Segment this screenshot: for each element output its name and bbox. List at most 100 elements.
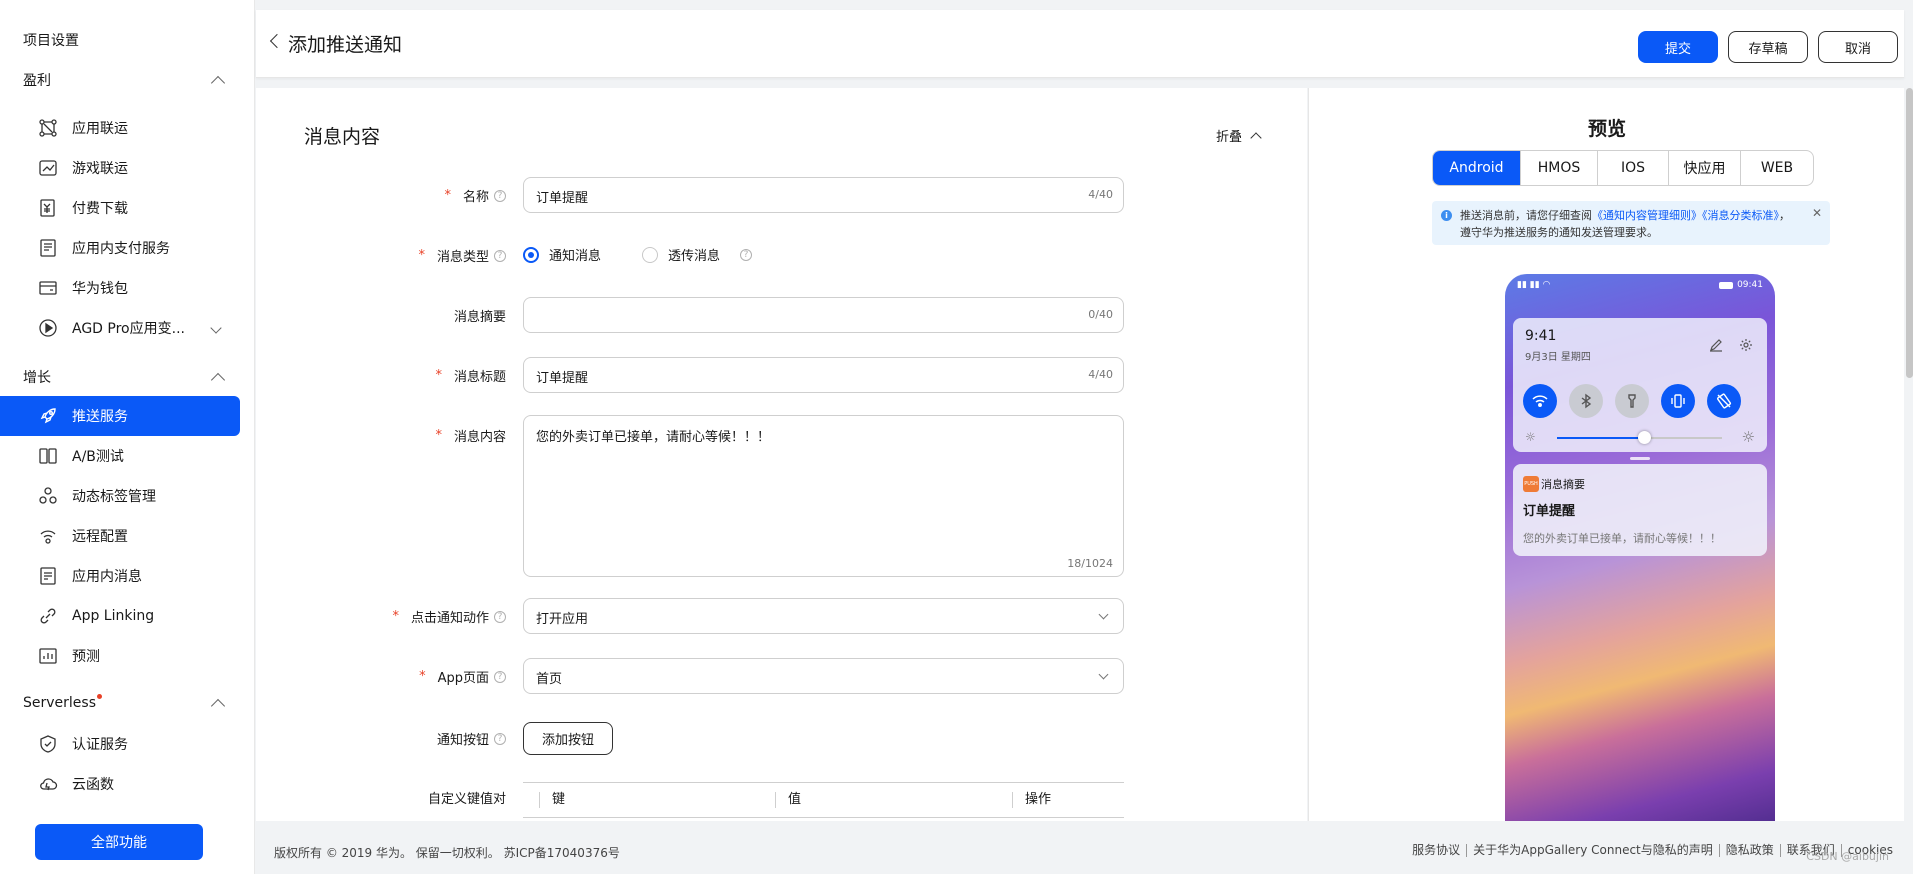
- back-arrow-icon[interactable]: [269, 33, 285, 49]
- required-mark: *: [435, 428, 442, 443]
- sidebar-item-auth[interactable]: 认证服务: [0, 724, 240, 764]
- click-action-select[interactable]: 打开应用: [523, 598, 1124, 634]
- message-icon: [38, 566, 58, 586]
- help-icon[interactable]: ?: [494, 732, 506, 745]
- cancel-button[interactable]: 取消: [1818, 31, 1898, 63]
- tab-web[interactable]: WEB: [1741, 151, 1813, 185]
- sidebar-item-app-distribution[interactable]: 应用联运: [0, 108, 240, 148]
- brightness-slider[interactable]: ☼ ☼: [1525, 428, 1755, 446]
- preview-panel: 预览 Android HMOS IOS 快应用 WEB i 推送消息前，请您仔细…: [1308, 88, 1904, 821]
- char-counter: 0/40: [1088, 308, 1113, 321]
- chevron-up-icon: [1250, 131, 1262, 144]
- message-title-label: * 消息标题: [256, 366, 506, 385]
- app-page-select[interactable]: 首页: [523, 658, 1124, 694]
- help-icon[interactable]: ?: [494, 189, 506, 202]
- sidebar-item-app-linking[interactable]: App Linking: [0, 596, 240, 636]
- chevron-up-icon: [210, 698, 226, 713]
- vibrate-toggle[interactable]: [1661, 384, 1695, 418]
- notice-text-pre: 推送消息前，请您仔细查阅: [1460, 209, 1592, 222]
- page-scrollbar[interactable]: [1906, 88, 1913, 378]
- name-label: * 名称?: [256, 186, 506, 205]
- wifi-icon: [1532, 395, 1548, 407]
- footer: 版权所有 © 2019 华为。 保留一切权利。 苏ICP备17040376号 服…: [256, 836, 1913, 874]
- bluetooth-icon: [1581, 393, 1592, 409]
- all-functions-button[interactable]: 全部功能: [35, 824, 203, 860]
- help-icon[interactable]: ?: [494, 610, 506, 623]
- label-text: 点击通知动作: [410, 611, 489, 626]
- close-icon[interactable]: ✕: [1812, 205, 1822, 222]
- drag-handle[interactable]: [1630, 457, 1650, 460]
- auto-rotate-toggle[interactable]: [1707, 384, 1741, 418]
- radio-unchecked-icon: [642, 246, 658, 263]
- help-icon[interactable]: ?: [494, 249, 506, 262]
- sidebar-item-push[interactable]: 推送服务: [0, 396, 240, 436]
- required-mark: *: [392, 609, 399, 624]
- chevron-down-icon: [1098, 669, 1109, 680]
- sidebar-item-label: 应用内消息: [72, 569, 142, 585]
- sidebar-group-monetize[interactable]: 盈利: [23, 70, 226, 90]
- new-badge-dot: [97, 694, 103, 699]
- shield-icon: [38, 734, 58, 754]
- label-text: 名称: [462, 190, 489, 205]
- tab-hmos[interactable]: HMOS: [1521, 151, 1598, 185]
- help-icon[interactable]: ?: [740, 248, 753, 261]
- flashlight-toggle[interactable]: [1615, 384, 1649, 418]
- project-settings-link[interactable]: 项目设置: [23, 30, 79, 50]
- message-content-label: * 消息内容: [256, 426, 506, 445]
- sidebar-item-paid-download[interactable]: 付费下载: [0, 188, 240, 228]
- radio-passthrough-message[interactable]: 透传消息?: [642, 245, 753, 264]
- yen-doc-icon: [38, 198, 58, 218]
- sidebar-item-in-app-messaging[interactable]: 应用内消息: [0, 556, 240, 596]
- column-header-key: 键: [539, 792, 565, 808]
- radio-notification-message[interactable]: 通知消息: [523, 245, 601, 264]
- label-text: 消息类型: [436, 250, 489, 265]
- save-draft-button[interactable]: 存草稿: [1728, 31, 1808, 63]
- receipt-icon: [38, 238, 58, 258]
- sidebar-item-game-distribution[interactable]: 游戏联运: [0, 148, 240, 188]
- message-title-input[interactable]: 订单提醒 4/40: [523, 357, 1124, 393]
- sidebar-group-growth[interactable]: 增长: [23, 367, 226, 387]
- submit-button[interactable]: 提交: [1638, 31, 1718, 63]
- sidebar-item-label: 应用内支付服务: [72, 241, 170, 257]
- push-app-logo: PUSH: [1523, 476, 1539, 492]
- sidebar-item-cloud-functions[interactable]: 云函数: [0, 764, 240, 804]
- sidebar-item-label: 云函数: [72, 777, 114, 793]
- sidebar-item-wallet[interactable]: 华为钱包: [0, 268, 240, 308]
- content-rules-link[interactable]: 《通知内容管理细则》: [1592, 209, 1702, 222]
- group-label: 增长: [23, 370, 51, 386]
- footer-link-privacy-policy[interactable]: 隐私政策: [1720, 844, 1781, 857]
- required-mark: *: [444, 188, 451, 203]
- tab-android[interactable]: Android: [1433, 151, 1521, 185]
- sidebar-item-ab-test[interactable]: A/B测试: [0, 436, 240, 476]
- sidebar-item-remote-config[interactable]: 远程配置: [0, 516, 240, 556]
- tab-ios[interactable]: IOS: [1598, 151, 1669, 185]
- add-button-button[interactable]: 添加按钮: [523, 722, 613, 755]
- name-input[interactable]: 订单提醒 4/40: [523, 177, 1124, 213]
- chevron-up-icon: [210, 372, 226, 387]
- sidebar-group-serverless[interactable]: Serverless: [23, 694, 226, 713]
- section-title: 消息内容: [304, 126, 381, 148]
- label-text: 自定义键值对: [427, 792, 506, 807]
- fold-toggle[interactable]: 折叠: [1216, 126, 1262, 145]
- sidebar-item-label: 游戏联运: [72, 161, 128, 177]
- rocket-icon: [38, 406, 58, 426]
- radio-checked-icon: [523, 246, 539, 263]
- help-icon[interactable]: ?: [494, 670, 506, 683]
- sidebar-item-prediction[interactable]: 预测: [0, 636, 240, 676]
- sidebar-item-label: App Linking: [72, 608, 155, 624]
- footer-link-privacy-statement[interactable]: 关于华为AppGallery Connect与隐私的声明: [1467, 844, 1720, 857]
- battery-icon: [1719, 281, 1734, 289]
- message-content-textarea[interactable]: 您的外卖订单已接单，请耐心等候！！！ 18/1024: [523, 415, 1124, 577]
- sidebar-item-agd-pro[interactable]: AGD Pro应用变...: [0, 308, 240, 348]
- summary-input[interactable]: 0/40: [523, 297, 1124, 333]
- sidebar-item-iap[interactable]: 应用内支付服务: [0, 228, 240, 268]
- sidebar-item-dynamic-tags[interactable]: 动态标签管理: [0, 476, 240, 516]
- classification-standard-link[interactable]: 《消息分类标准》: [1702, 209, 1779, 222]
- footer-link-service-agreement[interactable]: 服务协议: [1406, 844, 1468, 857]
- wifi-toggle[interactable]: [1523, 384, 1557, 418]
- slider-knob[interactable]: [1638, 431, 1652, 444]
- bluetooth-toggle[interactable]: [1569, 384, 1603, 418]
- notification-card[interactable]: PUSH 消息摘要 订单提醒 您的外卖订单已接单，请耐心等候！！！: [1513, 464, 1767, 556]
- tab-quick-app[interactable]: 快应用: [1669, 151, 1741, 185]
- control-center-card: 9:41 9月3日 星期四 ☼ ☼: [1513, 318, 1767, 452]
